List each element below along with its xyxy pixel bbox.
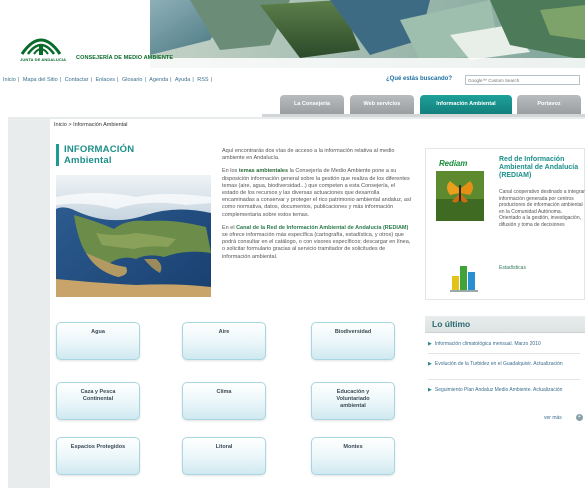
category-educacion-button[interactable]: Educación y Voluntariado ambiental — [311, 382, 395, 420]
link-rss[interactable]: RSS — [197, 77, 208, 83]
category-agua-button[interactable]: Agua — [56, 322, 140, 360]
rediam-description: Canal cooperativo destinado a integrar i… — [499, 189, 585, 228]
arrow-right-icon: ▶ — [428, 361, 432, 367]
category-label: Caza y Pesca Continental — [80, 389, 116, 402]
category-label: Clima — [216, 389, 232, 395]
arrow-right-icon: ▶ — [428, 341, 432, 347]
rediam-logo[interactable]: Rediam — [439, 159, 467, 168]
plus-icon[interactable]: + — [576, 414, 583, 421]
lo-ultimo-header: Lo último — [425, 316, 585, 333]
site-logo[interactable]: JUNTA DE ANDALUCIA CONSEJERÍA DE MEDIO A… — [18, 30, 188, 66]
category-caza-pesca-button[interactable]: Caza y Pesca Continental — [56, 382, 140, 420]
tab-portavoz[interactable]: Portavoz — [517, 95, 581, 114]
category-espacios-protegidos-button[interactable]: Espacios Protegidos — [56, 437, 140, 475]
tab-la-consejeria[interactable]: La Consejería — [280, 95, 344, 114]
utility-links: Inicio | Mapa del Sitio | Contactar | Enlac… — [3, 77, 213, 83]
page-title: INFORMACIÓN Ambiental — [56, 144, 206, 166]
category-label: Montes — [343, 444, 363, 450]
category-montes-button[interactable]: Montes — [311, 437, 395, 475]
rediam-panel: Rediam Red de Información Ambiental de A… — [425, 148, 585, 300]
category-label: Biodiversidad — [334, 329, 372, 335]
link-glosario[interactable]: Glosario — [122, 77, 142, 83]
link-contactar[interactable]: Contactar — [65, 77, 89, 83]
intro-paragraph-1: Aquí encontrarás dos vías de acceso a la… — [222, 148, 395, 162]
header-banner-image — [150, 0, 585, 68]
category-biodiversidad-button[interactable]: Biodiversidad — [311, 322, 395, 360]
category-clima-button[interactable]: Clima — [182, 382, 266, 420]
divider — [428, 353, 580, 354]
category-aire-button[interactable]: Aire — [182, 322, 266, 360]
link-inicio[interactable]: Inicio — [3, 77, 16, 83]
link-agenda[interactable]: Agenda — [149, 77, 168, 83]
rediam-title[interactable]: Red de Información Ambiental de Andalucí… — [499, 156, 584, 180]
rediam-channel-link[interactable]: Canal de la Red de Información Ambiental… — [236, 225, 408, 231]
junta-andalucia-logo-icon — [20, 38, 62, 55]
page-title-line2: Ambiental — [64, 155, 112, 166]
arrow-right-icon: ▶ — [428, 387, 432, 393]
category-label: Espacios Protegidos — [70, 444, 126, 450]
statistics-chart-icon[interactable] — [450, 258, 478, 292]
news-item[interactable]: ▶ Información climatológica mensual. Marz… — [428, 341, 583, 348]
utility-bar: Inicio | Mapa del Sitio | Contactar | Enlac… — [0, 72, 585, 92]
category-label: Agua — [91, 329, 105, 335]
news-item[interactable]: ▶ Evolución de la Turbidez en el Guadalqu… — [428, 361, 583, 368]
category-label: Litoral — [215, 444, 233, 450]
tab-informacion-ambiental[interactable]: Información Ambiental — [420, 95, 512, 114]
department-name: CONSEJERÍA DE MEDIO AMBIENTE — [76, 55, 174, 61]
category-label: Educación y Voluntariado ambiental — [336, 389, 370, 409]
intro-text: Aquí encontrarás dos vías de acceso a la… — [222, 148, 412, 267]
ver-mas-link[interactable]: ver más — [544, 415, 562, 421]
link-enlaces[interactable]: Enlaces — [95, 77, 115, 83]
link-ayuda[interactable]: Ayuda — [175, 77, 191, 83]
temas-ambientales-link[interactable]: temas ambientales — [239, 168, 288, 174]
logo-caption: JUNTA DE ANDALUCIA — [20, 57, 67, 62]
category-litoral-button[interactable]: Litoral — [182, 437, 266, 475]
search-label: ¿Qué estás buscando? — [386, 76, 453, 82]
lo-ultimo-title: Lo último — [432, 319, 471, 329]
link-mapa-del-sitio[interactable]: Mapa del Sitio — [23, 77, 58, 83]
intro-paragraph-3: En el Canal de la Red de Información Amb… — [222, 224, 411, 260]
main-tabs: La Consejería Web servicios Información … — [0, 92, 585, 116]
news-item[interactable]: ▶ Seguimiento Plan Andaluz Medio Ambiente… — [428, 387, 583, 394]
divider — [428, 379, 580, 380]
intro-paragraph-2: En los temas ambientales la Consejería d… — [222, 168, 412, 218]
butterfly-photo[interactable] — [436, 171, 484, 221]
statistics-link[interactable]: Estadísticas — [499, 265, 526, 271]
europe-satellite-image — [56, 175, 211, 297]
page-title-line1: INFORMACIÓN — [64, 144, 135, 155]
tab-web-servicios[interactable]: Web servicios — [350, 95, 414, 114]
breadcrumb[interactable]: Inicio > Información Ambiental — [54, 122, 128, 128]
category-label: Aire — [218, 329, 230, 335]
search-input[interactable] — [465, 75, 580, 85]
header: JUNTA DE ANDALUCIA CONSEJERÍA DE MEDIO A… — [0, 0, 585, 68]
